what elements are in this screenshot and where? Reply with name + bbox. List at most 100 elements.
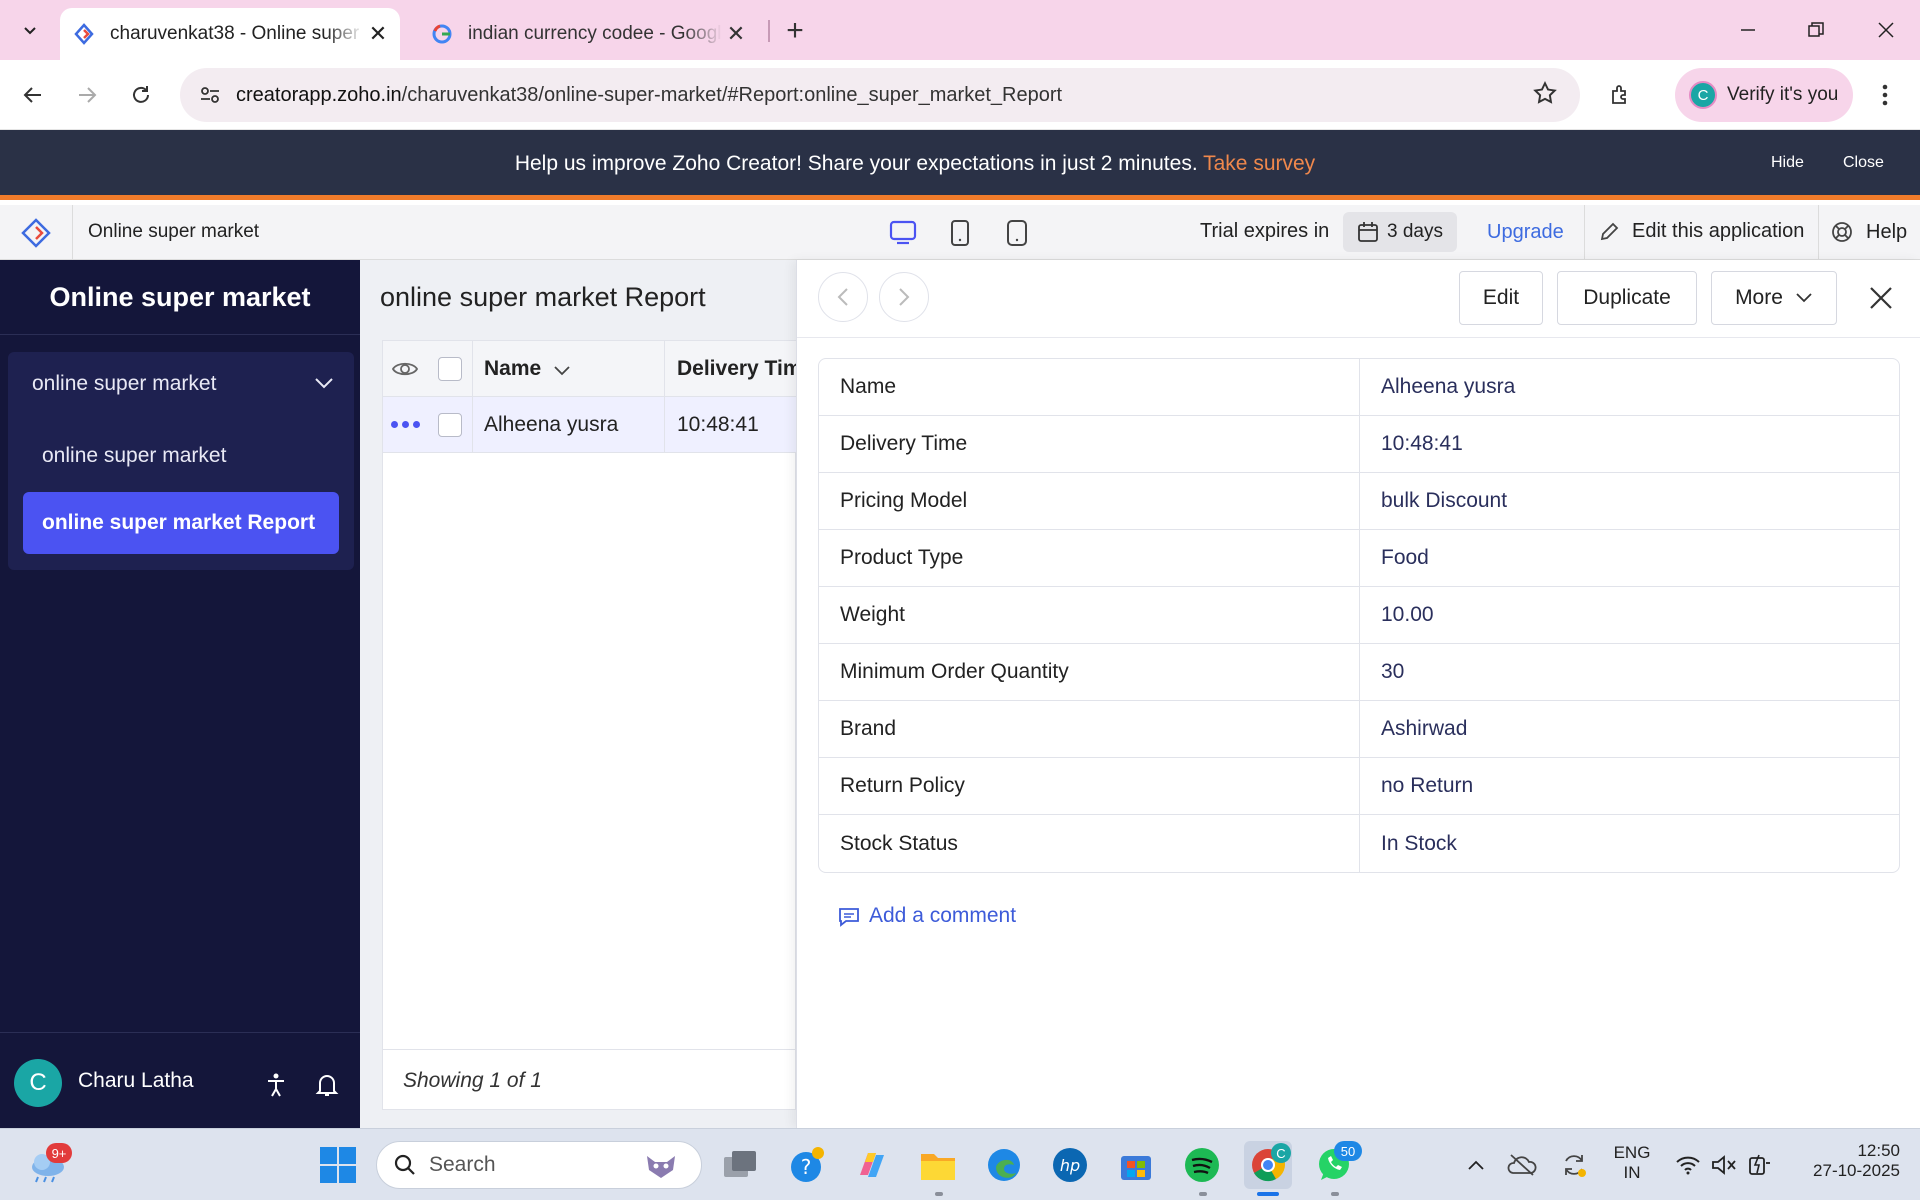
- column-header-delivery-time[interactable]: Delivery Tim: [677, 357, 802, 381]
- sync-icon[interactable]: [1554, 1141, 1594, 1189]
- cell-name: Alheena yusra: [484, 413, 619, 436]
- chevron-right-icon: [899, 288, 910, 306]
- comment-icon: [839, 908, 859, 927]
- notification-bell-icon[interactable]: [313, 1071, 341, 1099]
- tray-chevron-up-icon[interactable]: [1456, 1141, 1496, 1189]
- onedrive-offline-icon[interactable]: [1502, 1141, 1542, 1189]
- more-button[interactable]: More: [1711, 271, 1837, 325]
- add-comment-link[interactable]: Add a comment: [837, 904, 1016, 928]
- eye-icon[interactable]: [391, 357, 419, 381]
- sidebar-title: Online super market: [49, 282, 311, 312]
- field-label: Stock Status: [819, 815, 1360, 872]
- trial-days-badge: 3 days: [1343, 212, 1457, 252]
- address-bar[interactable]: creatorapp.zoho.in/charuvenkat38/online-…: [180, 68, 1580, 122]
- window-close-icon[interactable]: [1852, 0, 1920, 60]
- battery-charging-icon[interactable]: [1742, 1141, 1778, 1189]
- hp-icon[interactable]: hp: [1046, 1141, 1094, 1189]
- field-row: Brand Ashirwad: [819, 701, 1899, 758]
- app-sidebar: Online super market online super market …: [0, 260, 360, 1128]
- weather-badge: 9+: [46, 1143, 72, 1163]
- row-checkbox[interactable]: [438, 413, 462, 437]
- chevron-down-icon[interactable]: [314, 376, 334, 390]
- active-app-indicator: [1257, 1192, 1279, 1196]
- start-windows-icon[interactable]: [314, 1141, 362, 1189]
- tablet-view-icon[interactable]: [944, 217, 976, 249]
- field-label: Product Type: [819, 530, 1360, 586]
- svg-text:hp: hp: [1060, 1156, 1080, 1175]
- taskbar-search-input[interactable]: Search: [376, 1141, 702, 1189]
- field-row: Return Policy no Return: [819, 758, 1899, 815]
- field-value: In Stock: [1381, 831, 1457, 855]
- language-indicator[interactable]: ENG IN: [1606, 1143, 1658, 1183]
- cell-delivery-time: 10:48:41: [677, 413, 759, 436]
- previous-record-button[interactable]: [818, 272, 868, 322]
- tab-search-chevron-icon[interactable]: [14, 14, 46, 46]
- edit-application-button[interactable]: Edit this application: [1598, 220, 1804, 243]
- next-record-button[interactable]: [879, 272, 929, 322]
- desktop-view-icon[interactable]: [887, 217, 919, 249]
- back-icon[interactable]: [14, 76, 52, 114]
- spotify-icon[interactable]: [1178, 1141, 1226, 1189]
- profile-verify-button[interactable]: C Verify it's you: [1675, 68, 1853, 122]
- chevron-left-icon: [837, 288, 848, 306]
- reload-icon[interactable]: [122, 76, 160, 114]
- browser-menu-icon[interactable]: [1870, 80, 1900, 110]
- sidebar-item-form[interactable]: online super market: [42, 444, 226, 468]
- volume-muted-icon[interactable]: [1706, 1141, 1742, 1189]
- mobile-view-icon[interactable]: [1001, 217, 1033, 249]
- sidebar-item-report[interactable]: online super market Report: [23, 492, 339, 554]
- field-label: Weight: [819, 587, 1360, 643]
- site-settings-icon[interactable]: [186, 71, 234, 119]
- sidebar-section-header[interactable]: online super market: [32, 372, 216, 396]
- field-value: 10.00: [1381, 603, 1434, 626]
- zoho-creator-logo-icon[interactable]: [18, 217, 54, 249]
- bookmark-star-icon[interactable]: [1532, 80, 1558, 111]
- field-label: Brand: [819, 701, 1360, 757]
- running-indicator: [1199, 1192, 1207, 1196]
- restore-icon[interactable]: [1782, 0, 1850, 60]
- microsoft-store-icon[interactable]: [1112, 1141, 1160, 1189]
- wifi-icon[interactable]: [1670, 1141, 1706, 1189]
- help-button[interactable]: Help: [1830, 220, 1907, 244]
- field-value: Alheena yusra: [1381, 375, 1516, 398]
- sort-chevron-down-icon[interactable]: [553, 365, 571, 377]
- google-favicon-icon: [430, 22, 454, 46]
- minimize-icon[interactable]: [1714, 0, 1782, 60]
- field-value: no Return: [1381, 774, 1474, 797]
- banner-hide-button[interactable]: Hide: [1771, 154, 1804, 172]
- user-name: Charu Latha: [78, 1069, 194, 1092]
- accessibility-icon[interactable]: [262, 1071, 290, 1099]
- banner-close-button[interactable]: Close: [1843, 154, 1884, 172]
- tab-close-icon[interactable]: ✕: [722, 20, 750, 48]
- help-lifebuoy-icon: [1832, 222, 1852, 242]
- trial-text: Trial expires in: [1200, 220, 1330, 242]
- select-all-checkbox[interactable]: [438, 357, 462, 381]
- upgrade-link[interactable]: Upgrade: [1487, 221, 1564, 244]
- get-help-icon[interactable]: ?: [782, 1141, 830, 1189]
- close-detail-icon[interactable]: [1863, 280, 1899, 316]
- edit-button[interactable]: Edit: [1459, 271, 1543, 325]
- extensions-icon[interactable]: [1602, 76, 1640, 114]
- avatar[interactable]: C: [14, 1059, 62, 1107]
- browser-tab-active[interactable]: charuvenkat38 - Online super market ✕: [60, 8, 400, 60]
- table-row[interactable]: Alheena yusra 10:48:41: [383, 397, 797, 453]
- field-value: Ashirwad: [1381, 717, 1468, 740]
- row-actions-icon[interactable]: [391, 421, 420, 428]
- duplicate-button[interactable]: Duplicate: [1557, 271, 1697, 325]
- copilot-icon[interactable]: [848, 1141, 896, 1189]
- field-row: Pricing Model bulk Discount: [819, 473, 1899, 530]
- report-table: Name Delivery Tim Alheena yusra 10:48:41…: [382, 340, 802, 1110]
- browser-tab[interactable]: indian currency codee - Google Search ✕: [418, 8, 758, 60]
- edge-browser-icon[interactable]: [980, 1141, 1028, 1189]
- column-header-name[interactable]: Name: [484, 357, 541, 381]
- task-view-icon[interactable]: [716, 1141, 764, 1189]
- take-survey-link[interactable]: Take survey: [1203, 152, 1315, 175]
- sidebar-user-area: C Charu Latha: [0, 1032, 360, 1128]
- tab-close-icon[interactable]: ✕: [364, 20, 392, 48]
- column-divider: [664, 341, 665, 453]
- file-explorer-icon[interactable]: [914, 1141, 962, 1189]
- forward-icon[interactable]: [68, 76, 106, 114]
- new-tab-icon[interactable]: +: [778, 14, 812, 48]
- system-clock[interactable]: 12:50 27-10-2025: [1788, 1141, 1900, 1181]
- field-row: Stock Status In Stock: [819, 815, 1899, 872]
